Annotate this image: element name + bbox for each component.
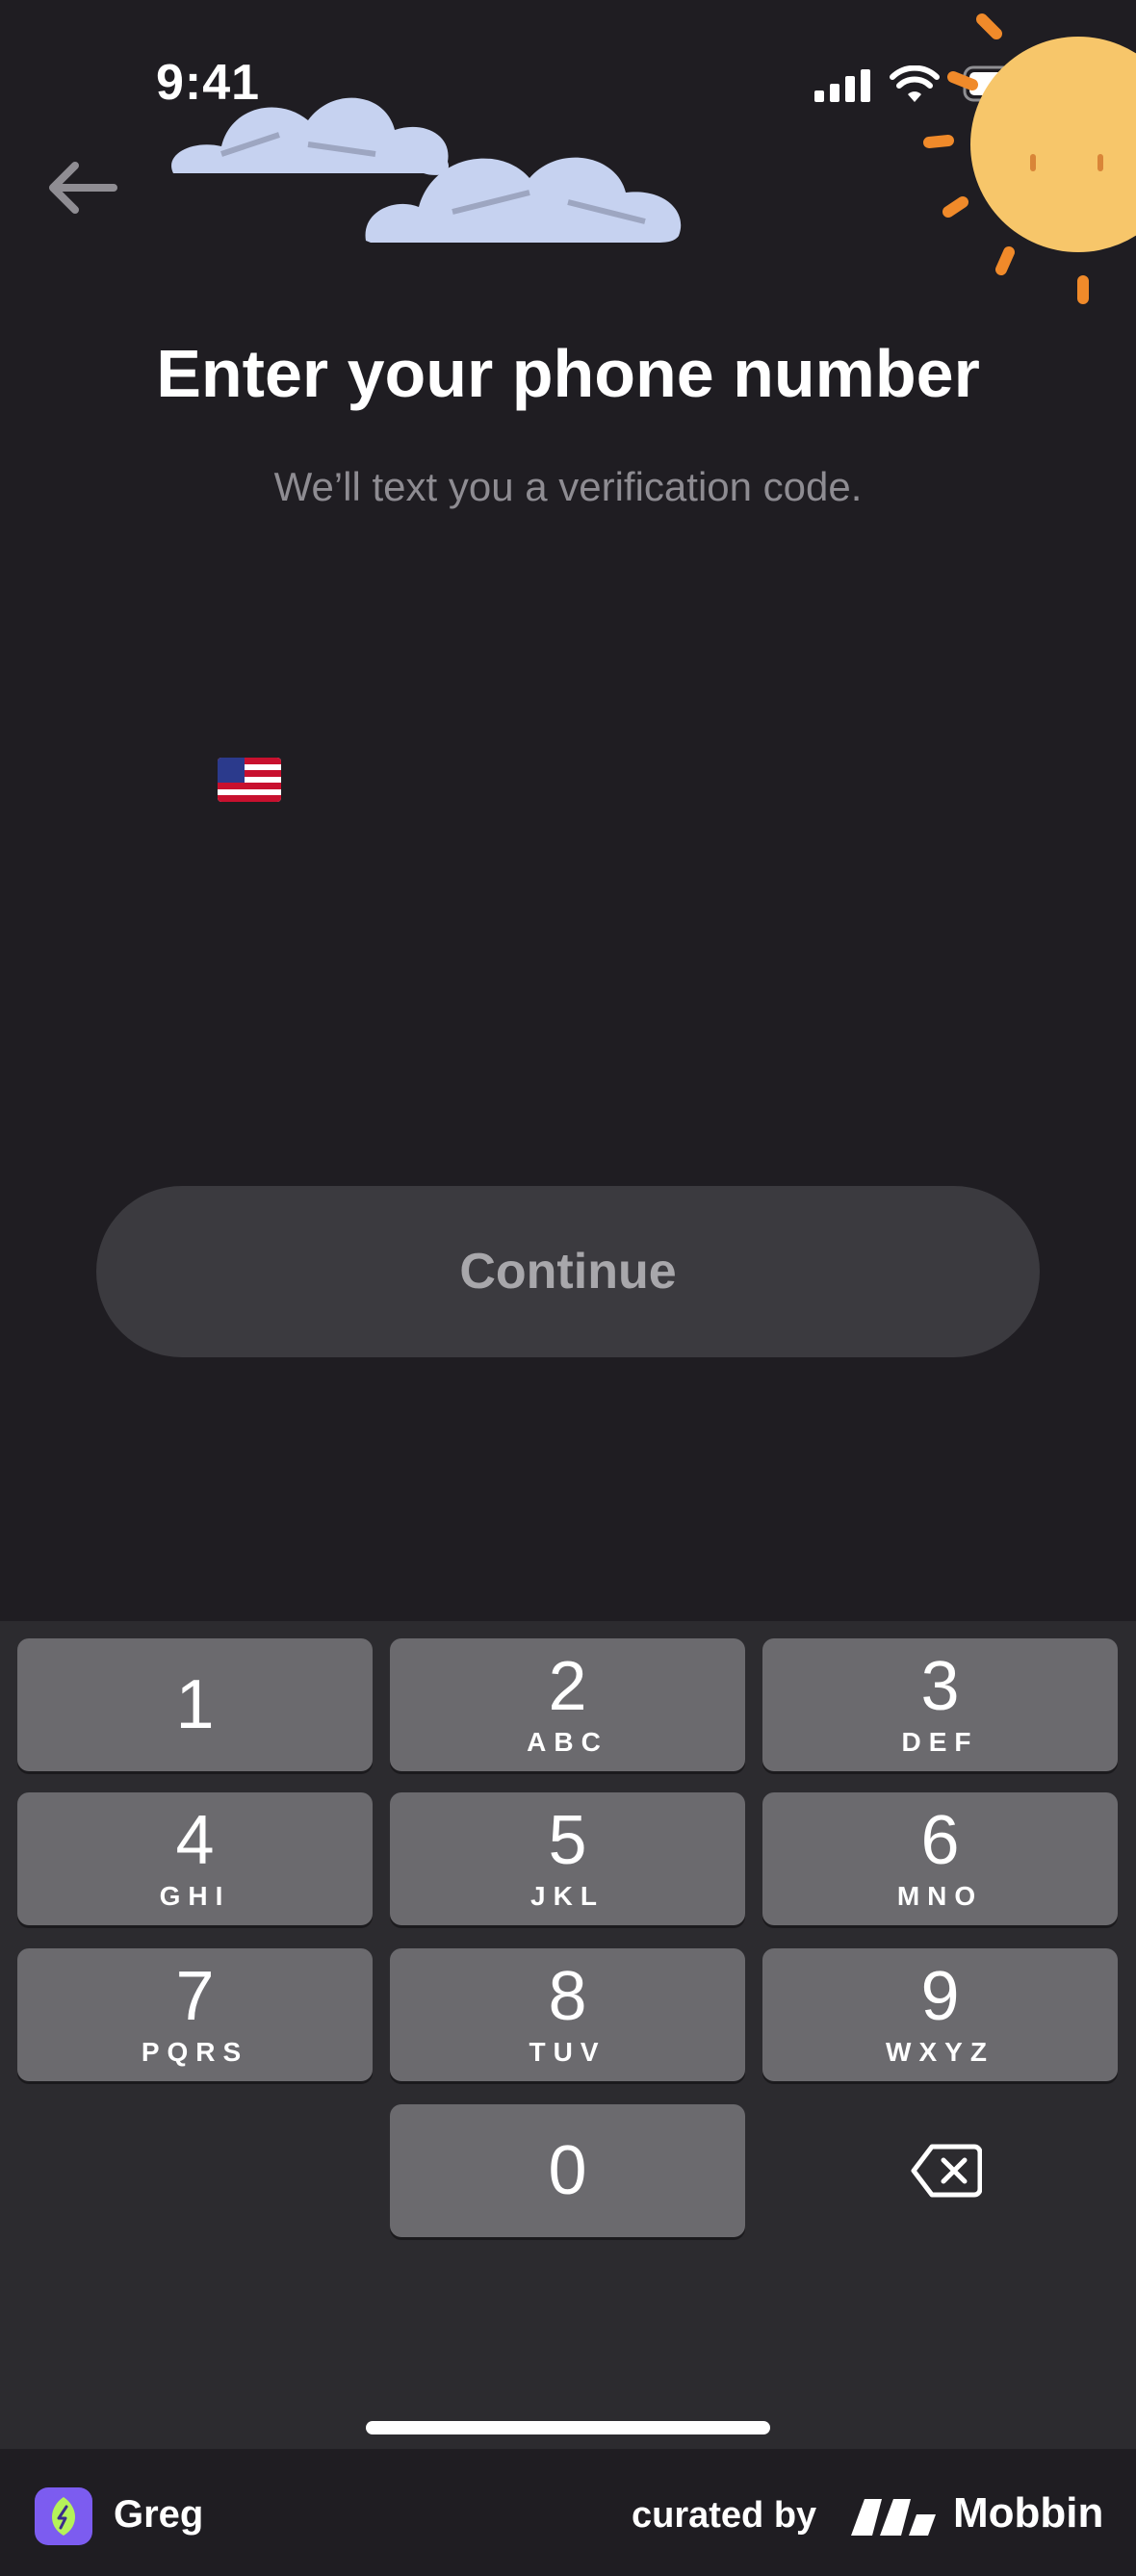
us-flag-icon[interactable]	[218, 758, 281, 802]
key-letters: PQRS	[141, 2037, 249, 2067]
key-2[interactable]: 2 ABC	[390, 1638, 745, 1771]
key-digit: 2	[548, 1648, 587, 1725]
key-digit: 8	[548, 1958, 587, 2035]
key-1[interactable]: 1	[17, 1638, 373, 1771]
key-9[interactable]: 9 WXYZ	[762, 1948, 1118, 2081]
sun-illustration	[923, 13, 1136, 304]
continue-button[interactable]: Continue	[96, 1186, 1040, 1357]
signal-icon	[814, 69, 870, 102]
key-digit: 9	[920, 1958, 960, 2035]
key-letters: TUV	[529, 2037, 607, 2067]
app-icon	[35, 2487, 92, 2545]
key-4[interactable]: 4 GHI	[17, 1792, 373, 1925]
key-letters: JKL	[530, 1881, 605, 1911]
key-digit: 1	[175, 1666, 215, 1743]
clouds-illustration	[171, 97, 682, 243]
numeric-keypad: 1 2 ABC 3 DEF 4 GHI 5 JKL 6 MNO 7 PQRS 8…	[0, 1621, 1136, 2449]
key-digit: 7	[175, 1958, 215, 2035]
key-0[interactable]: 0	[390, 2104, 745, 2237]
key-digit: 4	[175, 1802, 215, 1879]
mobbin-logo-icon	[851, 2499, 936, 2536]
key-5[interactable]: 5 JKL	[390, 1792, 745, 1925]
key-letters: DEF	[901, 1727, 979, 1757]
key-letters: WXYZ	[886, 2037, 994, 2067]
key-digit: 5	[548, 1802, 587, 1879]
key-letters: GHI	[159, 1881, 231, 1911]
attribution-footer: Greg curated by Mobbin	[0, 2449, 1136, 2576]
key-6[interactable]: 6 MNO	[762, 1792, 1118, 1925]
key-3[interactable]: 3 DEF	[762, 1638, 1118, 1771]
key-digit: 6	[920, 1802, 960, 1879]
page-title: Enter your phone number	[156, 336, 980, 411]
backspace-icon	[911, 2144, 982, 2198]
continue-label: Continue	[459, 1244, 677, 1300]
page-subtitle: We’ll text you a verification code.	[273, 464, 863, 509]
home-indicator[interactable]	[366, 2421, 770, 2434]
key-letters: ABC	[527, 1727, 608, 1757]
key-digit: 3	[920, 1648, 960, 1725]
arrow-left-icon	[49, 162, 117, 214]
app-name: Greg	[114, 2493, 204, 2536]
phone-number-field[interactable]	[218, 741, 920, 818]
leaf-icon	[51, 2497, 76, 2536]
key-8[interactable]: 8 TUV	[390, 1948, 745, 2081]
delete-button[interactable]	[838, 2104, 1055, 2237]
key-letters: MNO	[896, 1881, 984, 1911]
key-7[interactable]: 7 PQRS	[17, 1948, 373, 2081]
key-digit: 0	[548, 2132, 587, 2209]
back-button[interactable]	[39, 144, 125, 231]
curated-by-label: curated by	[632, 2495, 817, 2536]
brand-name: Mobbin	[953, 2489, 1104, 2537]
